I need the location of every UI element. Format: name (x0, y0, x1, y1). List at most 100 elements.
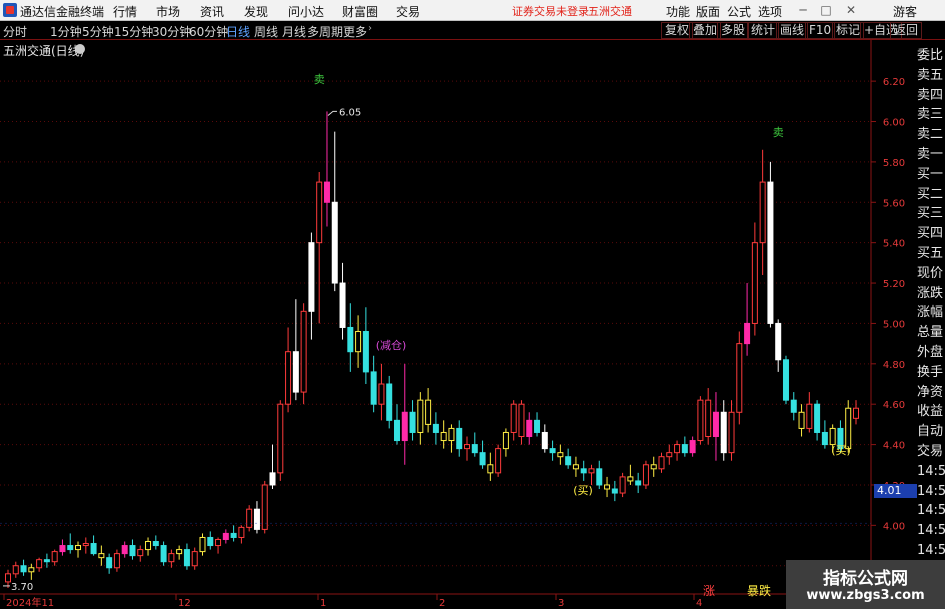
side-label[interactable]: 净资 (917, 382, 945, 403)
candle-body (277, 403, 284, 474)
side-label[interactable]: 卖五 (917, 65, 945, 86)
x-tick-label: 1 (320, 598, 326, 609)
candle-body (300, 310, 307, 393)
period-tab-weekly[interactable]: 周线 (254, 23, 278, 40)
side-label[interactable]: 现价 (917, 263, 945, 284)
more-chevron-icon[interactable]: › (368, 23, 372, 34)
side-label[interactable]: 买五 (917, 243, 945, 264)
chart-settings-icon[interactable] (75, 44, 85, 54)
draw-line-button[interactable]: 画线 (776, 22, 809, 39)
side-label[interactable]: 卖一 (917, 144, 945, 165)
candle-body (67, 545, 74, 551)
multi-stock-button[interactable]: 多股 (717, 22, 750, 39)
candle-body (370, 371, 377, 405)
side-label[interactable]: 买一 (917, 164, 945, 185)
side-label[interactable]: 14:56 (917, 461, 945, 482)
side-label[interactable]: 交易 (917, 441, 945, 462)
period-tab-more[interactable]: 更多 (343, 23, 367, 40)
side-label[interactable]: 14:56 (917, 540, 945, 561)
candle-body (261, 484, 268, 530)
menu-wealth-circle[interactable]: 财富圈 (342, 3, 378, 20)
minimize-icon[interactable]: ─ (795, 2, 811, 18)
candle-body (82, 543, 89, 547)
candle-body (751, 242, 758, 324)
candle-body (386, 383, 393, 421)
period-tab-monthly[interactable]: 月线 (282, 23, 306, 40)
candle-body (829, 427, 836, 446)
period-tab-multi[interactable]: 多周期 (307, 23, 343, 40)
candle-body (549, 448, 556, 454)
side-label[interactable]: 买二 (917, 184, 945, 205)
candle-body (588, 468, 595, 474)
high-price-label: 6.05 (339, 107, 361, 118)
side-label[interactable]: 卖二 (917, 124, 945, 145)
login-warning[interactable]: 证券交易未登录 (512, 3, 589, 19)
back-button[interactable]: 返回 (890, 22, 923, 39)
f10-button[interactable]: F10 (805, 22, 836, 39)
candle-body (487, 464, 494, 474)
side-label[interactable]: 买四 (917, 223, 945, 244)
candle-body (401, 411, 408, 442)
candle-body (782, 359, 789, 401)
side-label[interactable]: 14:56 (917, 481, 945, 502)
menu-formula[interactable]: 公式 (727, 3, 751, 20)
period-tab-15min[interactable]: 15分钟 (114, 23, 153, 40)
candle-body (728, 411, 735, 454)
period-tab-60min[interactable]: 60分钟 (189, 23, 228, 40)
candle-body (425, 399, 432, 425)
user-label[interactable]: 游客 (893, 3, 917, 20)
menu-market[interactable]: 市场 (156, 3, 180, 20)
sell-signal-label: 卖 (314, 73, 325, 86)
side-label[interactable]: 外盘 (917, 342, 945, 363)
candle-body (495, 448, 502, 474)
menu-ask[interactable]: 问小达 (288, 3, 324, 20)
candle-body (199, 536, 206, 553)
side-label[interactable]: 卖三 (917, 104, 945, 125)
side-label[interactable]: 自动 (917, 421, 945, 442)
plunge-tag: 暴跌 (747, 584, 772, 598)
side-label[interactable]: 买三 (917, 203, 945, 224)
menu-discover[interactable]: 发现 (244, 3, 268, 20)
side-label[interactable]: 14:56 (917, 500, 945, 521)
side-label[interactable]: 卖四 (917, 85, 945, 106)
maximize-icon[interactable]: □ (818, 2, 834, 18)
side-label[interactable]: 委比 (917, 45, 945, 66)
kline-chart[interactable]: 6.20 6.00 5.80 5.60 5.40 5.20 5.00 4.80 4.60 4.40… (0, 40, 917, 609)
side-label[interactable]: 14:56 (917, 520, 945, 541)
period-tab-daily[interactable]: 日线 (226, 23, 250, 40)
stats-button[interactable]: 统计 (747, 22, 780, 39)
period-tab-1min[interactable]: 1分钟 (50, 23, 82, 40)
candle-body (565, 456, 572, 466)
period-tab-timeshare[interactable]: 分时 (3, 23, 27, 40)
period-tab-30min[interactable]: 30分钟 (152, 23, 191, 40)
candle-body (308, 242, 315, 312)
menu-layout[interactable]: 版面 (696, 3, 720, 20)
close-icon[interactable]: ✕ (843, 2, 859, 18)
menu-function[interactable]: 功能 (666, 3, 690, 20)
menu-trade[interactable]: 交易 (396, 3, 420, 20)
candle-body (378, 383, 385, 405)
candle-body (798, 411, 805, 429)
reduce-position-label: (减仓) (376, 338, 407, 352)
side-label[interactable]: 收益 (917, 401, 945, 422)
menu-news[interactable]: 资讯 (200, 3, 224, 20)
menu-quotes[interactable]: 行情 (113, 3, 137, 20)
menu-options[interactable]: 选项 (758, 3, 782, 20)
candle-body (814, 403, 821, 433)
candle-body (152, 541, 159, 547)
y-tick-label: 5.60 (883, 198, 905, 209)
y-tick-label: 5.20 (883, 279, 905, 290)
side-label[interactable]: 涨幅 (917, 302, 945, 323)
side-label[interactable]: 换手 (917, 362, 945, 383)
candle-body (572, 464, 579, 470)
candle-body (674, 444, 681, 454)
period-tab-5min[interactable]: 5分钟 (82, 23, 114, 40)
side-label[interactable]: 总量 (917, 322, 945, 343)
candle-body (20, 565, 27, 573)
candle-body (145, 541, 152, 551)
side-label[interactable]: 涨跌 (917, 283, 945, 304)
menu-bar: 通达信金融终端 行情 市场 资讯 发现 问小达 财富圈 交易 证券交易未登录 五… (0, 0, 945, 21)
candle-body (541, 431, 548, 450)
candle-body (666, 452, 673, 458)
x-tick-label: 4 (696, 598, 702, 609)
